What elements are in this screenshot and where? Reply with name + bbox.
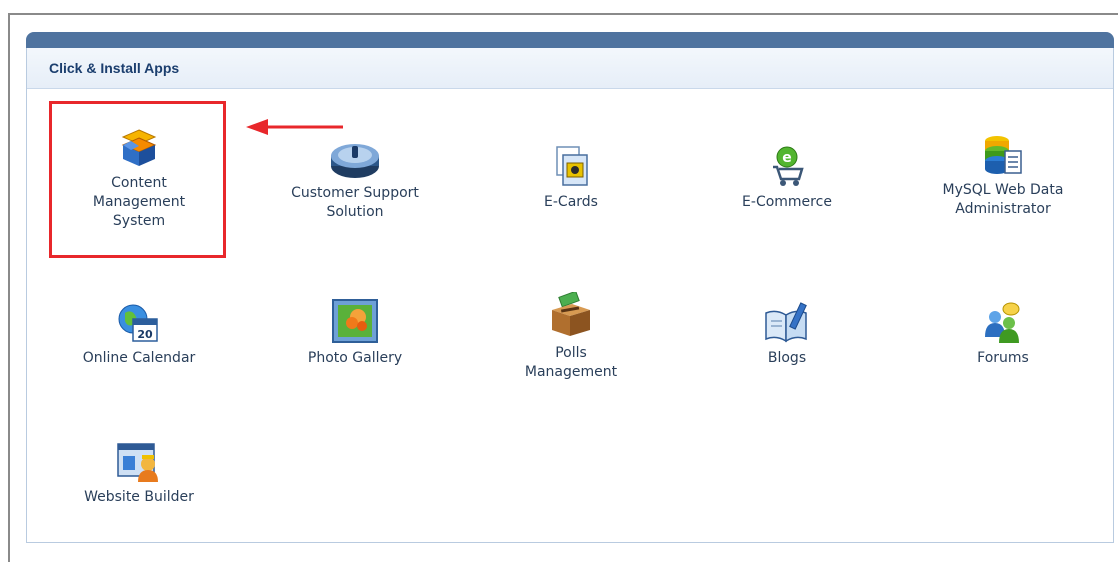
shopping-cart-icon: e [773, 146, 804, 186]
panel-header [27, 48, 1113, 89]
app-label: Customer Support Solution [291, 185, 419, 220]
users-chat-icon [985, 302, 1020, 343]
app-forums[interactable]: Forums [913, 301, 1093, 368]
svg-text:e: e [782, 150, 792, 166]
window-frame-left [8, 13, 10, 562]
panel-title: Click & Install Apps [49, 60, 180, 76]
app-customer-support-solution[interactable]: Customer Support Solution [265, 140, 445, 222]
database-icon [985, 136, 1022, 174]
app-online-calendar[interactable]: 20 Online Calendar [49, 301, 229, 368]
support-disc-icon [331, 144, 379, 178]
app-e-cards[interactable]: E-Cards [481, 145, 661, 212]
app-label: E-Commerce [742, 194, 832, 210]
book-pen-icon [765, 302, 807, 343]
app-label: Polls Management [524, 345, 618, 380]
ballot-box-icon [552, 292, 590, 336]
app-label: Website Builder [84, 489, 194, 505]
app-polls-management[interactable]: Polls Management [481, 292, 661, 382]
website-builder-icon [117, 443, 158, 482]
panel-header-bar [26, 32, 1114, 48]
app-label: Online Calendar [82, 350, 196, 366]
app-mysql-web-data-administrator[interactable]: MySQL Web Data Administrator [913, 133, 1093, 219]
ecard-icon [556, 146, 588, 186]
app-blogs[interactable]: Blogs [697, 301, 877, 368]
app-label: Blogs [767, 350, 807, 366]
window-frame-top [8, 13, 1118, 15]
app-e-commerce[interactable]: e E-Commerce [697, 145, 877, 212]
svg-text:20: 20 [137, 328, 153, 341]
arrow-left-icon [246, 119, 343, 135]
app-label: Photo Gallery [307, 350, 403, 366]
app-label: E-Cards [544, 194, 598, 210]
app-label: Forums [977, 350, 1029, 366]
app-label: MySQL Web Data Administrator [942, 182, 1064, 217]
app-website-builder[interactable]: Website Builder [49, 440, 229, 507]
calendar-globe-icon: 20 [118, 304, 158, 342]
highlight-box [49, 101, 226, 258]
photo-icon [332, 299, 378, 343]
app-photo-gallery[interactable]: Photo Gallery [265, 297, 445, 368]
